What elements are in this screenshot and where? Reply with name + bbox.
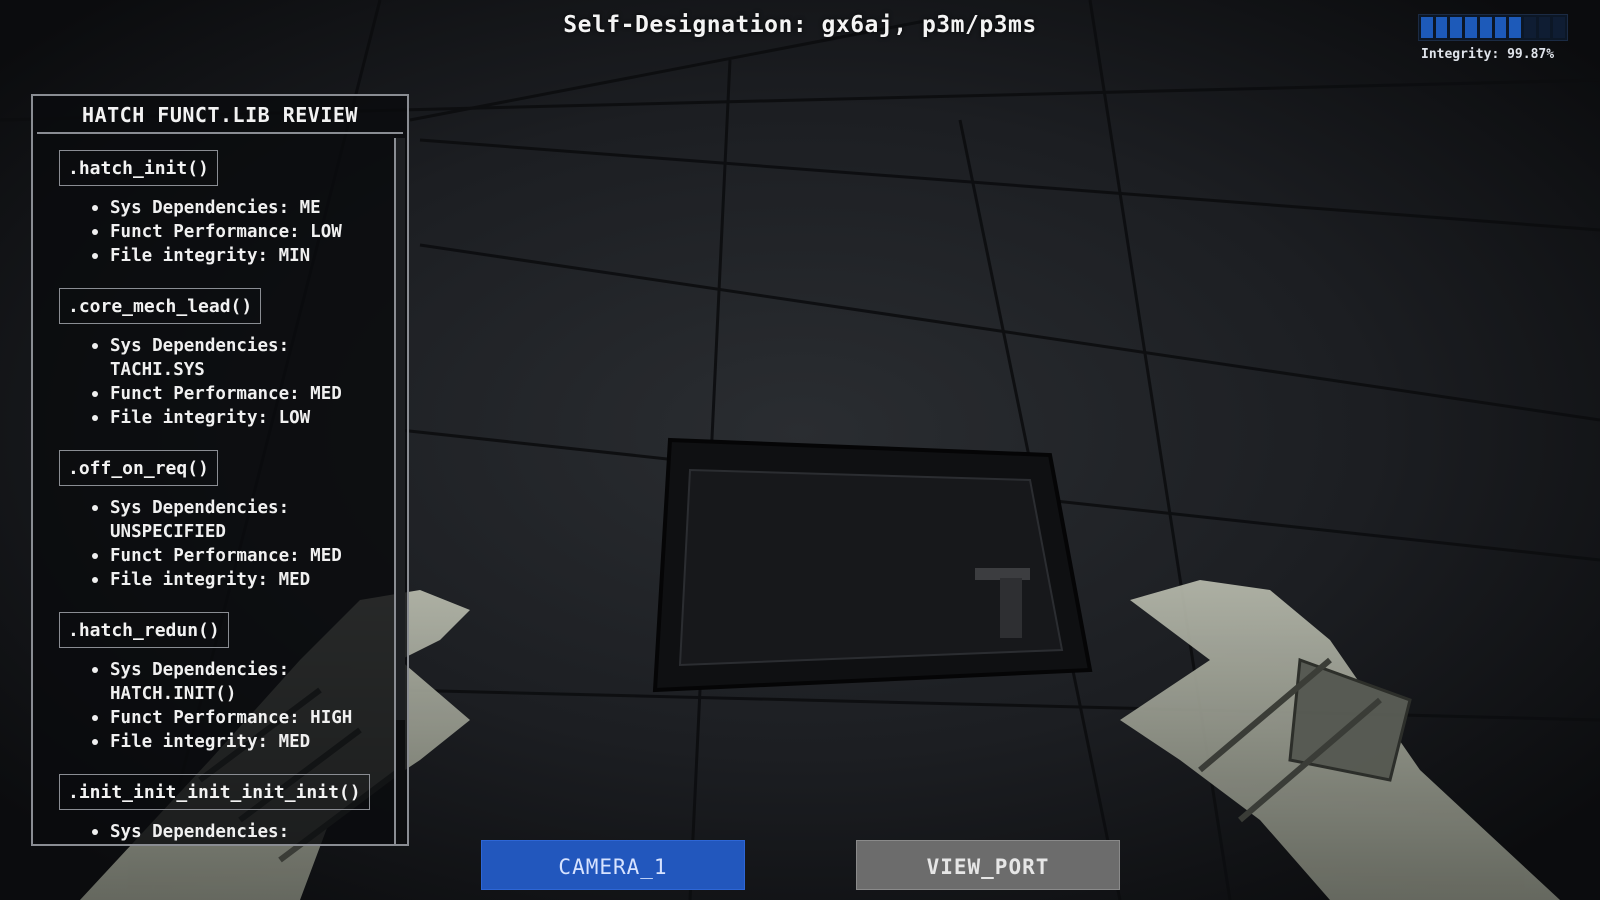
function-details: Sys Dependencies: TACHI.SYS Funct Perform…: [59, 334, 385, 430]
integrity-label: Integrity: 99.87%: [1421, 47, 1555, 62]
panel-title: HATCH FUNCT.LIB REVIEW: [37, 96, 403, 134]
function-detail-item: Funct Performance: HIGH: [92, 706, 385, 730]
function-detail-item: Sys Dependencies: UNSPECIFIED: [92, 496, 385, 544]
self-designation-title: Self-Designation: gx6aj, p3m/p3ms: [563, 12, 1037, 38]
function-detail-item: Sys Dependencies: ME: [92, 196, 385, 220]
integrity-segment: [1494, 17, 1507, 38]
function-detail-item: File integrity: LOW: [92, 406, 385, 430]
function-entry: .off_on_req() Sys Dependencies: UNSPECIFI…: [59, 450, 385, 592]
function-name[interactable]: .off_on_req(): [59, 450, 218, 486]
camera-1-button[interactable]: CAMERA_1: [481, 840, 745, 890]
function-entry: .init_init_init_init_init() Sys Dependenc…: [59, 774, 385, 844]
function-details: Sys Dependencies: ME Funct Performance: L…: [59, 196, 385, 268]
integrity-segment: [1479, 17, 1492, 38]
integrity-segment: [1523, 17, 1536, 38]
panel-scrollbar-thumb[interactable]: [396, 138, 405, 720]
function-entry: .hatch_redun() Sys Dependencies: HATCH.IN…: [59, 612, 385, 754]
function-name[interactable]: .core_mech_lead(): [59, 288, 262, 324]
function-name[interactable]: .hatch_redun(): [59, 612, 229, 648]
integrity-segment: [1553, 17, 1566, 38]
function-name[interactable]: .init_init_init_init_init(): [59, 774, 370, 810]
function-details: Sys Dependencies: UNSPECIFIED Funct Perfo…: [59, 496, 385, 592]
function-detail-item: Funct Performance: LOW: [92, 220, 385, 244]
function-detail-item: Funct Performance: MED: [92, 382, 385, 406]
integrity-segment: [1435, 17, 1448, 38]
integrity-meter: Integrity: 99.87%: [1418, 14, 1570, 62]
integrity-bar: [1418, 14, 1568, 41]
function-entry: .hatch_init() Sys Dependencies: ME Funct P…: [59, 150, 385, 268]
function-name[interactable]: .hatch_init(): [59, 150, 218, 186]
integrity-segment: [1421, 17, 1433, 38]
function-detail-item: Funct Performance: MED: [92, 544, 385, 568]
function-details: Sys Dependencies: HATCH.INIT() Funct Perf…: [59, 658, 385, 754]
function-detail-item: File integrity: MED: [92, 730, 385, 754]
hatch-funct-lib-panel: HATCH FUNCT.LIB REVIEW .hatch_init() Sys …: [31, 94, 409, 846]
panel-scrollbar[interactable]: [394, 138, 405, 844]
integrity-segment: [1465, 17, 1477, 38]
function-detail-item: File integrity: MED: [92, 568, 385, 592]
function-list: .hatch_init() Sys Dependencies: ME Funct P…: [33, 136, 407, 844]
integrity-segment: [1450, 17, 1463, 38]
function-detail-item: Sys Dependencies: TACHI.SYS: [92, 334, 385, 382]
panel-scroll-area[interactable]: .hatch_init() Sys Dependencies: ME Funct P…: [33, 136, 407, 844]
function-details: Sys Dependencies: SHIP.TANK.FUNCT()Funct…: [59, 820, 385, 844]
function-detail-item: Sys Dependencies: SHIP.TANK.FUNCT(): [92, 820, 385, 844]
hatch-door: [652, 437, 1093, 693]
view-port-button[interactable]: VIEW_PORT: [856, 840, 1120, 890]
function-detail-item: Sys Dependencies: HATCH.INIT(): [92, 658, 385, 706]
integrity-segment: [1509, 17, 1521, 38]
integrity-segment: [1538, 17, 1551, 38]
function-detail-item: File integrity: MIN: [92, 244, 385, 268]
function-entry: .core_mech_lead() Sys Dependencies: TACHI…: [59, 288, 385, 430]
